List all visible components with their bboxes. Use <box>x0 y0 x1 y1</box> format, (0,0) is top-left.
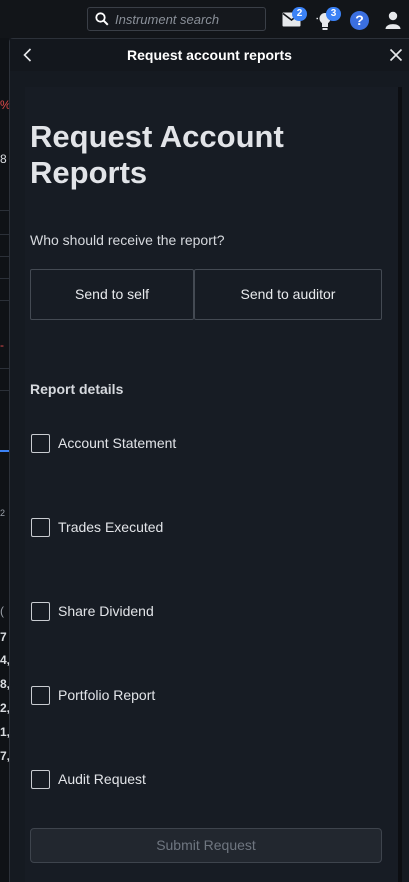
top-bar: 2 3 ? <box>0 0 409 38</box>
help-button[interactable]: ? <box>350 11 369 30</box>
bg-fragment: ( <box>0 604 4 618</box>
panel-header: Request account reports <box>10 39 409 71</box>
recipient-question: Who should receive the report? <box>30 232 225 248</box>
send-to-auditor-button[interactable]: Send to auditor <box>194 269 382 320</box>
bg-fragment: 8 <box>0 152 7 166</box>
checkbox[interactable] <box>31 770 50 789</box>
report-details-heading: Report details <box>30 381 124 397</box>
checkbox[interactable] <box>31 434 50 453</box>
option-audit-request[interactable]: Audit Request <box>30 769 330 791</box>
divider <box>0 210 9 211</box>
divider <box>0 368 9 369</box>
request-reports-panel: Request account reports Request Account … <box>9 38 409 882</box>
instrument-search[interactable] <box>87 7 266 31</box>
chart-line-fragment <box>0 450 9 452</box>
bg-fragment: - <box>0 338 4 352</box>
option-label: Share Dividend <box>58 603 154 619</box>
search-icon <box>95 12 109 26</box>
divider <box>0 390 9 391</box>
panel-content: Request Account Reports Who should recei… <box>25 87 398 882</box>
option-label: Portfolio Report <box>58 687 156 703</box>
scrollbar[interactable] <box>398 87 402 882</box>
bg-fragment: 2, <box>0 701 9 715</box>
divider <box>0 256 9 257</box>
user-icon <box>385 11 401 29</box>
divider <box>0 300 9 301</box>
option-share-dividend[interactable]: Share Dividend <box>30 601 330 623</box>
bg-fragment: 2 <box>0 508 6 518</box>
send-to-self-button[interactable]: Send to self <box>30 269 194 320</box>
option-trades-executed[interactable]: Trades Executed <box>30 517 330 539</box>
ideas-badge: 3 <box>326 7 341 21</box>
page-heading: Request Account Reports <box>30 119 284 190</box>
divider <box>0 278 9 279</box>
search-input[interactable] <box>115 10 263 28</box>
option-portfolio-report[interactable]: Portfolio Report <box>30 685 330 707</box>
bg-fragment: 4, <box>0 653 9 667</box>
option-label: Account Statement <box>58 435 177 451</box>
option-label: Trades Executed <box>58 519 164 535</box>
help-icon: ? <box>355 12 364 28</box>
checkbox[interactable] <box>31 686 50 705</box>
submit-request-button[interactable]: Submit Request <box>30 828 382 863</box>
divider <box>0 234 9 235</box>
close-icon[interactable] <box>386 45 406 65</box>
option-account-statement[interactable]: Account Statement <box>30 433 330 455</box>
bg-fragment: 8, <box>0 677 9 691</box>
bg-fragment: % <box>0 98 9 112</box>
checkbox[interactable] <box>31 602 50 621</box>
option-label: Audit Request <box>58 771 146 787</box>
account-button[interactable] <box>385 11 401 34</box>
messages-badge: 2 <box>292 7 307 21</box>
checkbox[interactable] <box>31 518 50 537</box>
panel-title: Request account reports <box>127 47 292 63</box>
background-app: % 8 - 2 ( 7 4, 8, 2, 1, 7, <box>0 38 9 882</box>
bg-fragment: 7, <box>0 749 9 763</box>
bg-fragment: 1, <box>0 725 9 739</box>
bg-fragment: 7 <box>0 630 7 644</box>
